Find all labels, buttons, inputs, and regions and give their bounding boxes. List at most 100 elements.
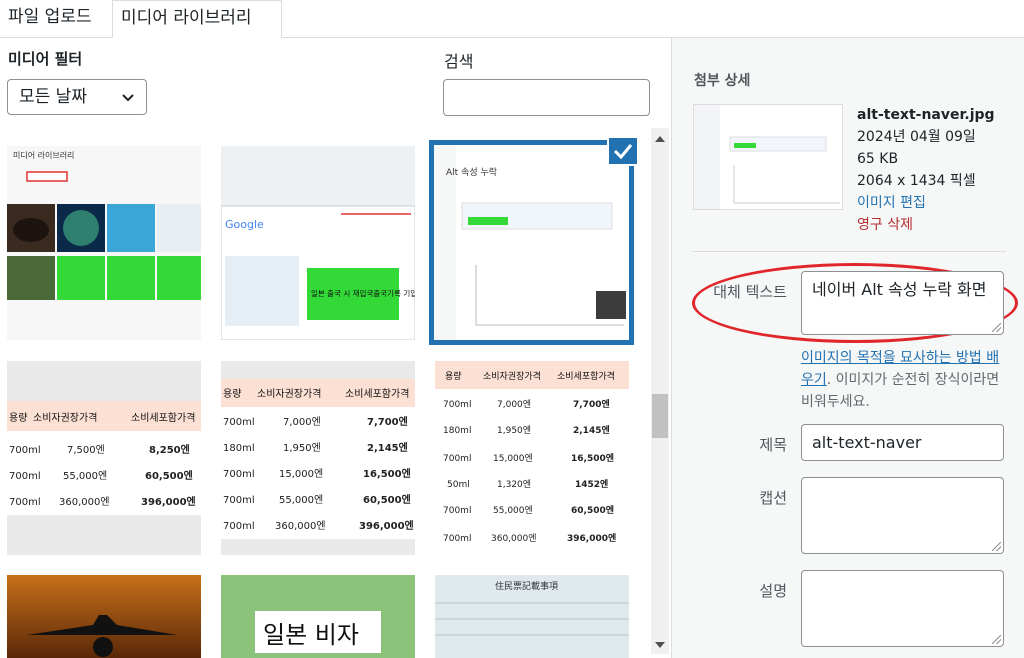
thumbnail-image: 용량 소비자권장가격 소비세포함가격 700ml 7,500엔 8,250엔 7… <box>7 361 201 555</box>
media-thumbnail[interactable]: 용량 소비자권장가격 소비세포함가격 700ml 7,500엔 8,250엔 7… <box>7 361 201 555</box>
media-grid-scrollbar[interactable] <box>651 128 669 654</box>
delete-permanently-link[interactable]: 영구 삭제 <box>857 214 995 236</box>
resize-handle-icon[interactable] <box>992 635 1001 644</box>
table-cell: 396,000엔 <box>567 532 616 544</box>
table-cell: 700ml <box>223 495 255 506</box>
table-cell: 700ml <box>443 534 471 544</box>
thumbnail-image <box>7 575 201 658</box>
thumbnail-image: 용량 소비자권장가격 소비세포함가격 700ml 7,000엔 7,700엔 1… <box>435 361 629 555</box>
table-cell: 8,250엔 <box>149 443 190 456</box>
scrollbar-thumb[interactable] <box>652 394 668 438</box>
thumbnail-image: 住民票記載事項 <box>435 575 629 658</box>
table-cell: 15,000엔 <box>279 468 323 480</box>
table-cell: 700ml <box>443 454 471 464</box>
media-thumbnail-selected[interactable]: Alt 속성 누락 <box>429 140 634 345</box>
thumbnail-caption: 住民票記載事項 <box>495 580 558 592</box>
media-thumbnail[interactable]: 일본 비자 <box>221 575 415 658</box>
table-header-cell: 소비자권장가격 <box>33 411 97 424</box>
attachment-details-panel: 첨부 상세 alt-text-naver.jpg 2024년 04월 09일 6… <box>671 38 1024 658</box>
media-browser: 미디어 필터 모든 날짜 검색 미디어 라이브러리 Google 일본 출국 시… <box>0 38 670 658</box>
alt-text-help-text: . 이미지가 순전히 장식이라면 비워두세요. <box>801 372 1000 410</box>
table-cell: 16,500엔 <box>571 452 614 464</box>
table-cell: 2,145엔 <box>367 441 408 454</box>
title-label: 제목 <box>759 436 787 454</box>
table-cell: 60,500엔 <box>145 469 193 482</box>
table-cell: 7,700엔 <box>367 415 408 428</box>
thumbnail-image: 용량 소비자권장가격 소비세포함가격 700ml 7,000엔 7,700엔 1… <box>221 361 415 555</box>
table-cell: 180ml <box>223 443 255 454</box>
table-cell: 700ml <box>223 417 255 428</box>
attachment-filesize: 65 KB <box>857 151 899 167</box>
attachment-dimensions: 2064 x 1434 픽셀 <box>857 173 976 189</box>
attachment-preview-image <box>694 105 842 209</box>
table-cell: 700ml <box>443 506 471 516</box>
media-thumbnail[interactable]: 미디어 라이브러리 <box>7 146 201 340</box>
caption-field[interactable] <box>801 477 1004 554</box>
svg-text:Google: Google <box>225 218 264 231</box>
media-thumbnail[interactable]: Google 일본 출국 시 재입국출국기록 기입방법 <box>221 146 415 340</box>
caption-label: 캡션 <box>759 489 787 507</box>
table-cell: 16,500엔 <box>363 467 411 480</box>
table-cell: 7,500엔 <box>67 444 105 456</box>
table-header-cell: 소비세포함가격 <box>557 370 615 382</box>
alt-text-field[interactable]: 네이버 Alt 속성 누락 화면 <box>801 271 1004 335</box>
table-header-cell: 용량 <box>223 388 241 400</box>
table-header-cell: 소비세포함가격 <box>131 411 195 424</box>
media-thumbnail[interactable]: 용량 소비자권장가격 소비세포함가격 700ml 7,000엔 7,700엔 1… <box>435 361 629 555</box>
chevron-down-icon <box>122 94 134 102</box>
media-thumbnail[interactable]: 용량 소비자권장가격 소비세포함가격 700ml 7,000엔 7,700엔 1… <box>221 361 415 555</box>
scroll-up-icon[interactable] <box>655 136 665 142</box>
tab-media-library[interactable]: 미디어 라이브러리 <box>112 0 282 39</box>
selected-check-button[interactable] <box>607 136 639 166</box>
scroll-down-icon[interactable] <box>655 642 665 648</box>
details-divider <box>693 251 1006 252</box>
description-field[interactable] <box>801 570 1004 647</box>
table-cell: 55,000엔 <box>279 494 323 506</box>
table-cell: 1,950엔 <box>283 442 321 454</box>
table-cell: 700ml <box>9 445 41 456</box>
edit-image-link[interactable]: 이미지 편집 <box>857 192 995 214</box>
thumbnail-image: 일본 비자 <box>221 575 415 658</box>
table-cell: 7,700엔 <box>573 398 610 410</box>
resize-handle-icon[interactable] <box>992 323 1001 332</box>
date-filter-value: 모든 날짜 <box>19 87 87 107</box>
table-cell: 1452엔 <box>575 478 608 490</box>
table-cell: 15,000엔 <box>493 453 533 464</box>
alt-text-label: 대체 텍스트 <box>713 283 787 301</box>
resize-handle-icon[interactable] <box>992 542 1001 551</box>
table-cell: 7,000엔 <box>283 416 321 428</box>
description-label: 설명 <box>759 582 787 600</box>
date-filter-select[interactable]: 모든 날짜 <box>7 79 147 115</box>
table-header-cell: 소비자권장가격 <box>257 387 321 400</box>
media-thumbnail[interactable] <box>7 575 201 658</box>
attachment-preview <box>693 104 843 210</box>
media-thumbnail[interactable]: 住民票記載事項 <box>435 575 629 658</box>
table-cell: 7,000엔 <box>497 399 531 410</box>
table-cell: 700ml <box>223 469 255 480</box>
thumbnail-caption: 일본 출국 시 재입국출국기록 기입방법 <box>311 288 415 298</box>
table-cell: 60,500엔 <box>363 493 411 506</box>
table-cell: 1,320엔 <box>497 479 531 490</box>
tab-upload-files[interactable]: 파일 업로드 <box>0 0 110 38</box>
table-cell: 396,000엔 <box>141 495 196 508</box>
media-modal-tabs: 파일 업로드 미디어 라이브러리 <box>0 0 1024 39</box>
table-cell: 360,000엔 <box>275 520 326 532</box>
attachment-date: 2024년 04월 09일 <box>857 129 976 145</box>
alt-text-help: 이미지의 목적을 묘사하는 방법 배우기. 이미지가 순전히 장식이라면 비워두… <box>801 347 1006 413</box>
table-cell: 700ml <box>9 497 41 508</box>
table-cell: 396,000엔 <box>359 519 414 532</box>
thumbnail-image: 미디어 라이브러리 <box>7 146 201 340</box>
table-cell: 700ml <box>9 471 41 482</box>
table-cell: 50ml <box>447 480 470 490</box>
thumbnail-image: Google 일본 출국 시 재입국출국기록 기입방법 <box>221 146 415 340</box>
attachment-details-title: 첨부 상세 <box>694 73 751 89</box>
attachment-meta: alt-text-naver.jpg 2024년 04월 09일 65 KB 2… <box>857 104 995 236</box>
media-filter-label: 미디어 필터 <box>8 50 83 68</box>
table-cell: 60,500엔 <box>571 504 614 516</box>
table-cell: 700ml <box>223 521 255 532</box>
title-field[interactable]: alt-text-naver <box>801 424 1004 461</box>
checkmark-icon <box>613 144 633 160</box>
search-input[interactable] <box>443 79 650 116</box>
table-header-cell: 소비자권장가격 <box>483 370 541 382</box>
table-cell: 700ml <box>443 400 471 410</box>
